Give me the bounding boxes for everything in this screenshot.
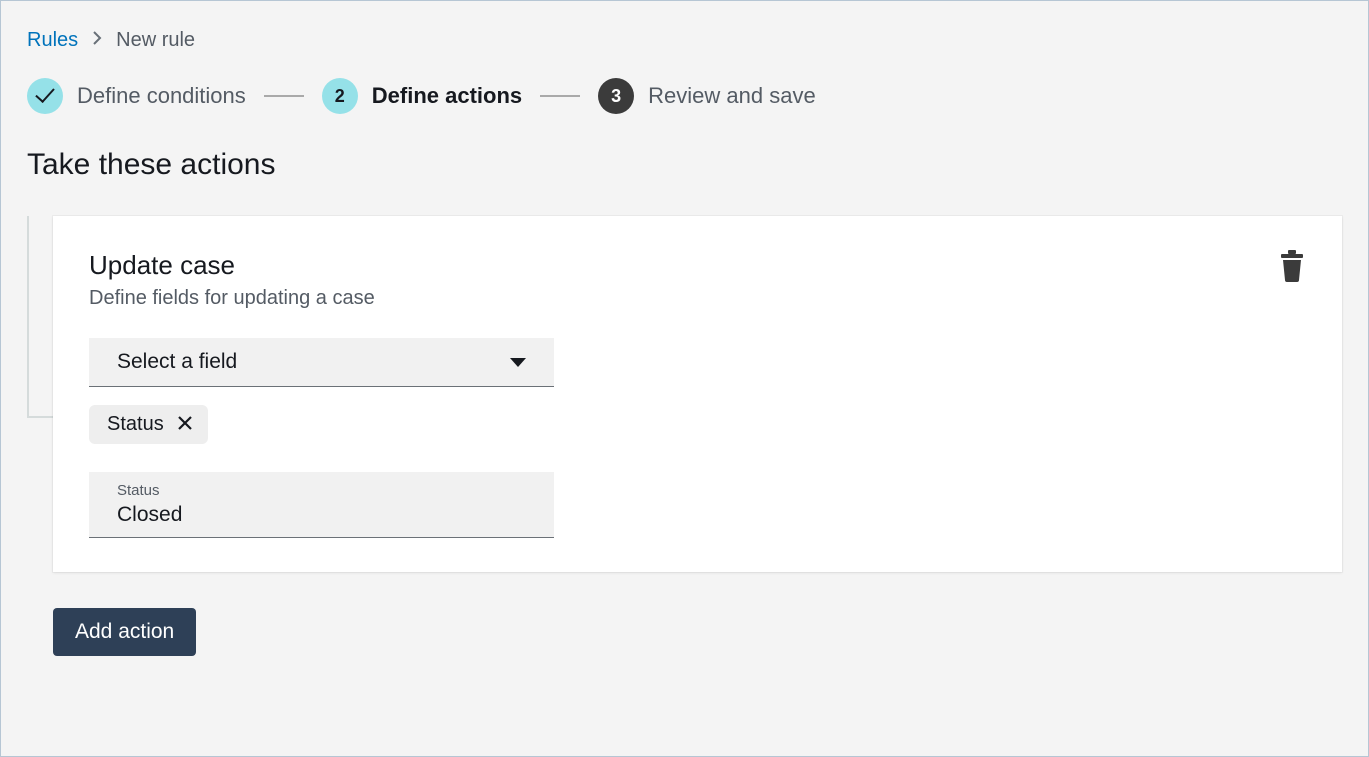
step-label: Define actions [372,83,522,109]
step-connector [264,95,304,97]
status-select-value: Closed [117,503,182,527]
breadcrumb-current: New rule [116,29,195,52]
status-select[interactable]: Status Closed [89,472,554,538]
action-card-update-case: Update case Define fields for updating a… [53,216,1342,572]
add-action-button[interactable]: Add action [53,608,196,656]
chip-label: Status [107,413,164,436]
step-label: Review and save [648,83,816,109]
breadcrumb: Rules New rule [27,29,1342,52]
chip-status: Status [89,405,208,444]
trash-icon[interactable] [1278,250,1306,287]
card-subtitle: Define fields for updating a case [89,287,375,310]
action-card-row: Update case Define fields for updating a… [27,216,1342,572]
field-select-placeholder: Select a field [117,350,237,374]
step-number: 2 [322,78,358,114]
step-indicator: Define conditions 2 Define actions 3 Rev… [27,78,1342,114]
step-check-icon [27,78,63,114]
card-title: Update case [89,250,375,281]
close-icon[interactable] [176,414,194,436]
card-connector [27,216,53,572]
step-label: Define conditions [77,83,246,109]
breadcrumb-separator-icon [92,31,102,50]
breadcrumb-link-rules[interactable]: Rules [27,29,78,52]
field-select[interactable]: Select a field [89,338,554,387]
step-define-conditions[interactable]: Define conditions [27,78,246,114]
step-number: 3 [598,78,634,114]
caret-down-icon [510,358,526,367]
page-root: Rules New rule Define conditions 2 Defin… [0,0,1369,757]
step-review-and-save[interactable]: 3 Review and save [598,78,816,114]
step-connector [540,95,580,97]
step-define-actions[interactable]: 2 Define actions [322,78,522,114]
section-heading: Take these actions [27,148,1342,182]
status-select-label: Status [117,482,182,499]
